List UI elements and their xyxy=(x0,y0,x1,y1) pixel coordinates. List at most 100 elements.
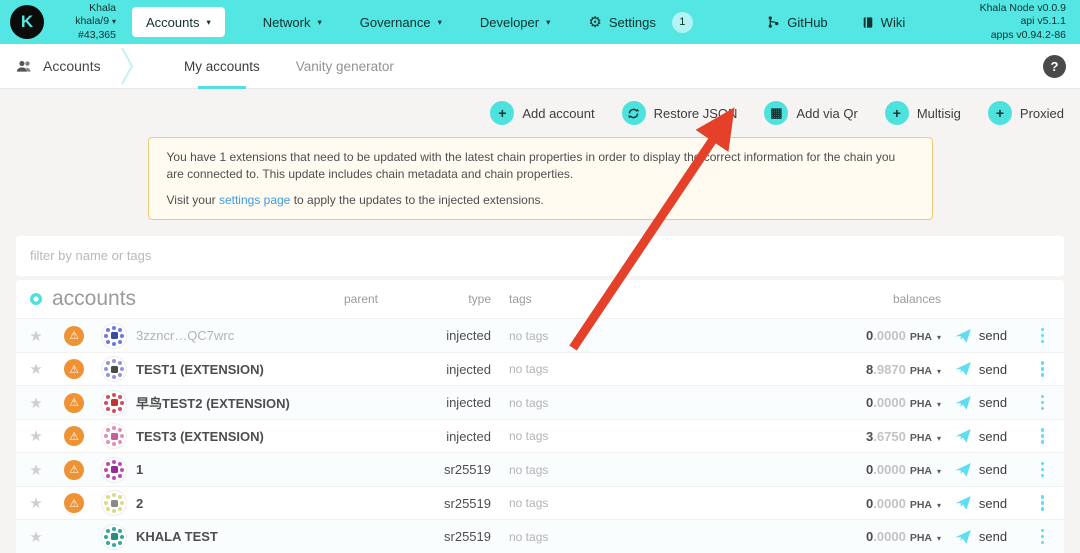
table-row[interactable]: ★ ⚠ 3zzncr…QC7wrc injected no tags 0.000… xyxy=(16,318,1064,352)
table-row[interactable]: ★ ⚠ TEST1 (EXTENSION) injected no tags 8… xyxy=(16,352,1064,386)
account-tags: no tags xyxy=(491,362,751,376)
balance-expander[interactable]: 0.0000PHA▾ xyxy=(751,395,941,410)
warning-icon[interactable]: ⚠ xyxy=(64,460,84,480)
balance-dec: .0000 xyxy=(873,462,906,477)
balance-expander[interactable]: 8.9870PHA▾ xyxy=(751,362,941,377)
warning-icon[interactable]: ⚠ xyxy=(64,493,84,513)
node-version: Khala Node v0.0.9 xyxy=(980,2,1066,16)
warning-icon[interactable]: ⚠ xyxy=(64,326,84,346)
api-version: api v5.1.1 xyxy=(980,15,1066,29)
row-menu-button[interactable] xyxy=(1021,395,1064,411)
account-name[interactable]: TEST1 (EXTENSION) xyxy=(136,362,306,377)
nav-network-label: Network xyxy=(263,15,311,30)
send-button[interactable]: send xyxy=(941,362,1021,377)
balance-expander[interactable]: 0.0000PHA▾ xyxy=(751,328,941,343)
multisig-button[interactable]: + Multisig xyxy=(885,101,961,125)
wiki-link[interactable]: Wiki xyxy=(862,15,906,30)
nav-item-settings[interactable]: ⚙ Settings 1 xyxy=(588,12,692,33)
nav-item-governance[interactable]: Governance ▾ xyxy=(360,15,442,30)
add-via-qr-button[interactable]: ▦ Add via Qr xyxy=(764,101,857,125)
send-button[interactable]: send xyxy=(941,429,1021,444)
favorite-star-icon[interactable]: ★ xyxy=(16,360,56,378)
add-account-button[interactable]: + Add account xyxy=(490,101,594,125)
send-button[interactable]: send xyxy=(941,496,1021,511)
account-name[interactable]: 1 xyxy=(136,462,306,477)
account-name[interactable]: KHALA TEST xyxy=(136,529,306,544)
balance-expander[interactable]: 0.0000PHA▾ xyxy=(751,496,941,511)
balance-expander[interactable]: 0.0000PHA▾ xyxy=(751,462,941,477)
account-identicon[interactable] xyxy=(101,457,127,483)
row-menu-button[interactable] xyxy=(1021,495,1064,511)
section-accounts[interactable]: Accounts xyxy=(16,58,116,74)
favorite-star-icon[interactable]: ★ xyxy=(16,461,56,479)
accounts-toggle-icon[interactable] xyxy=(30,293,42,305)
balance-dec: .0000 xyxy=(873,328,906,343)
account-identicon[interactable] xyxy=(101,323,127,349)
khala-logo[interactable]: K xyxy=(10,5,44,39)
tab-my-accounts[interactable]: My accounts xyxy=(184,44,260,89)
account-name[interactable]: 早鸟TEST2 (EXTENSION) xyxy=(136,393,306,412)
paper-plane-icon xyxy=(955,496,971,510)
favorite-star-icon[interactable]: ★ xyxy=(16,427,56,445)
account-identicon[interactable] xyxy=(101,356,127,382)
warning-icon[interactable]: ⚠ xyxy=(64,359,84,379)
account-type: injected xyxy=(416,328,491,343)
chevron-down-icon: ▾ xyxy=(546,18,550,27)
account-identicon[interactable] xyxy=(101,423,127,449)
filter-input[interactable] xyxy=(30,248,1050,263)
table-title: accounts xyxy=(52,287,136,311)
account-name[interactable]: 3zzncr…QC7wrc xyxy=(136,328,306,343)
settings-page-link[interactable]: settings page xyxy=(219,193,290,207)
tab-vanity-label: Vanity generator xyxy=(296,59,394,74)
balance-dec: .0000 xyxy=(873,395,906,410)
block-number: #43,365 xyxy=(54,29,116,43)
warning-icon[interactable]: ⚠ xyxy=(64,393,84,413)
account-identicon[interactable] xyxy=(101,490,127,516)
favorite-star-icon[interactable]: ★ xyxy=(16,528,56,546)
send-button[interactable]: send xyxy=(941,529,1021,544)
sync-icon xyxy=(622,101,646,125)
add-account-label: Add account xyxy=(522,106,594,121)
account-tags: no tags xyxy=(491,496,751,510)
send-button[interactable]: send xyxy=(941,395,1021,410)
tab-vanity-generator[interactable]: Vanity generator xyxy=(296,44,394,89)
favorite-star-icon[interactable]: ★ xyxy=(16,494,56,512)
account-identicon[interactable] xyxy=(101,524,127,550)
row-menu-button[interactable] xyxy=(1021,328,1064,344)
send-button[interactable]: send xyxy=(941,328,1021,343)
table-row[interactable]: ★ ⚠ 1 sr25519 no tags 0.0000PHA▾ send xyxy=(16,452,1064,486)
row-menu-button[interactable] xyxy=(1021,361,1064,377)
balance-expander[interactable]: 0.0000PHA▾ xyxy=(751,529,941,544)
row-menu-button[interactable] xyxy=(1021,428,1064,444)
row-menu-button[interactable] xyxy=(1021,462,1064,478)
account-name[interactable]: 2 xyxy=(136,496,306,511)
khala-logo-letter: K xyxy=(21,12,33,32)
nav-item-developer[interactable]: Developer ▾ xyxy=(480,15,551,30)
help-button[interactable]: ? xyxy=(1043,55,1066,78)
warning-icon[interactable]: ⚠ xyxy=(64,426,84,446)
column-header-type: type xyxy=(416,292,491,306)
favorite-star-icon[interactable]: ★ xyxy=(16,394,56,412)
nav-item-accounts[interactable]: Accounts ▾ xyxy=(132,7,225,37)
balance-unit: PHA xyxy=(910,532,932,544)
chain-selector[interactable]: Khala khala/9 ▾ #43,365 xyxy=(54,2,116,43)
account-name[interactable]: TEST3 (EXTENSION) xyxy=(136,429,306,444)
restore-json-button[interactable]: Restore JSON xyxy=(622,101,738,125)
balance-expander[interactable]: 3.6750PHA▾ xyxy=(751,429,941,444)
main-content: + Add account Restore JSON ▦ Add via Qr … xyxy=(0,89,1080,553)
account-identicon[interactable] xyxy=(101,390,127,416)
table-row[interactable]: ★ ⚠ 2 sr25519 no tags 0.0000PHA▾ send xyxy=(16,486,1064,520)
account-actions-row: + Add account Restore JSON ▦ Add via Qr … xyxy=(16,89,1064,135)
send-label: send xyxy=(979,328,1007,343)
send-button[interactable]: send xyxy=(941,462,1021,477)
proxied-button[interactable]: + Proxied xyxy=(988,101,1064,125)
table-row[interactable]: ★ ⚠ 早鸟TEST2 (EXTENSION) injected no tags… xyxy=(16,385,1064,419)
plus-icon: + xyxy=(885,101,909,125)
settings-update-badge: 1 xyxy=(672,12,693,33)
github-link[interactable]: GitHub xyxy=(767,15,827,30)
table-row[interactable]: ★ ⚠ TEST3 (EXTENSION) injected no tags 3… xyxy=(16,419,1064,453)
favorite-star-icon[interactable]: ★ xyxy=(16,327,56,345)
row-menu-button[interactable] xyxy=(1021,529,1064,545)
table-row[interactable]: ★ ⚠ KHALA TEST sr25519 no tags 0.0000PHA… xyxy=(16,519,1064,553)
nav-item-network[interactable]: Network ▾ xyxy=(263,15,322,30)
